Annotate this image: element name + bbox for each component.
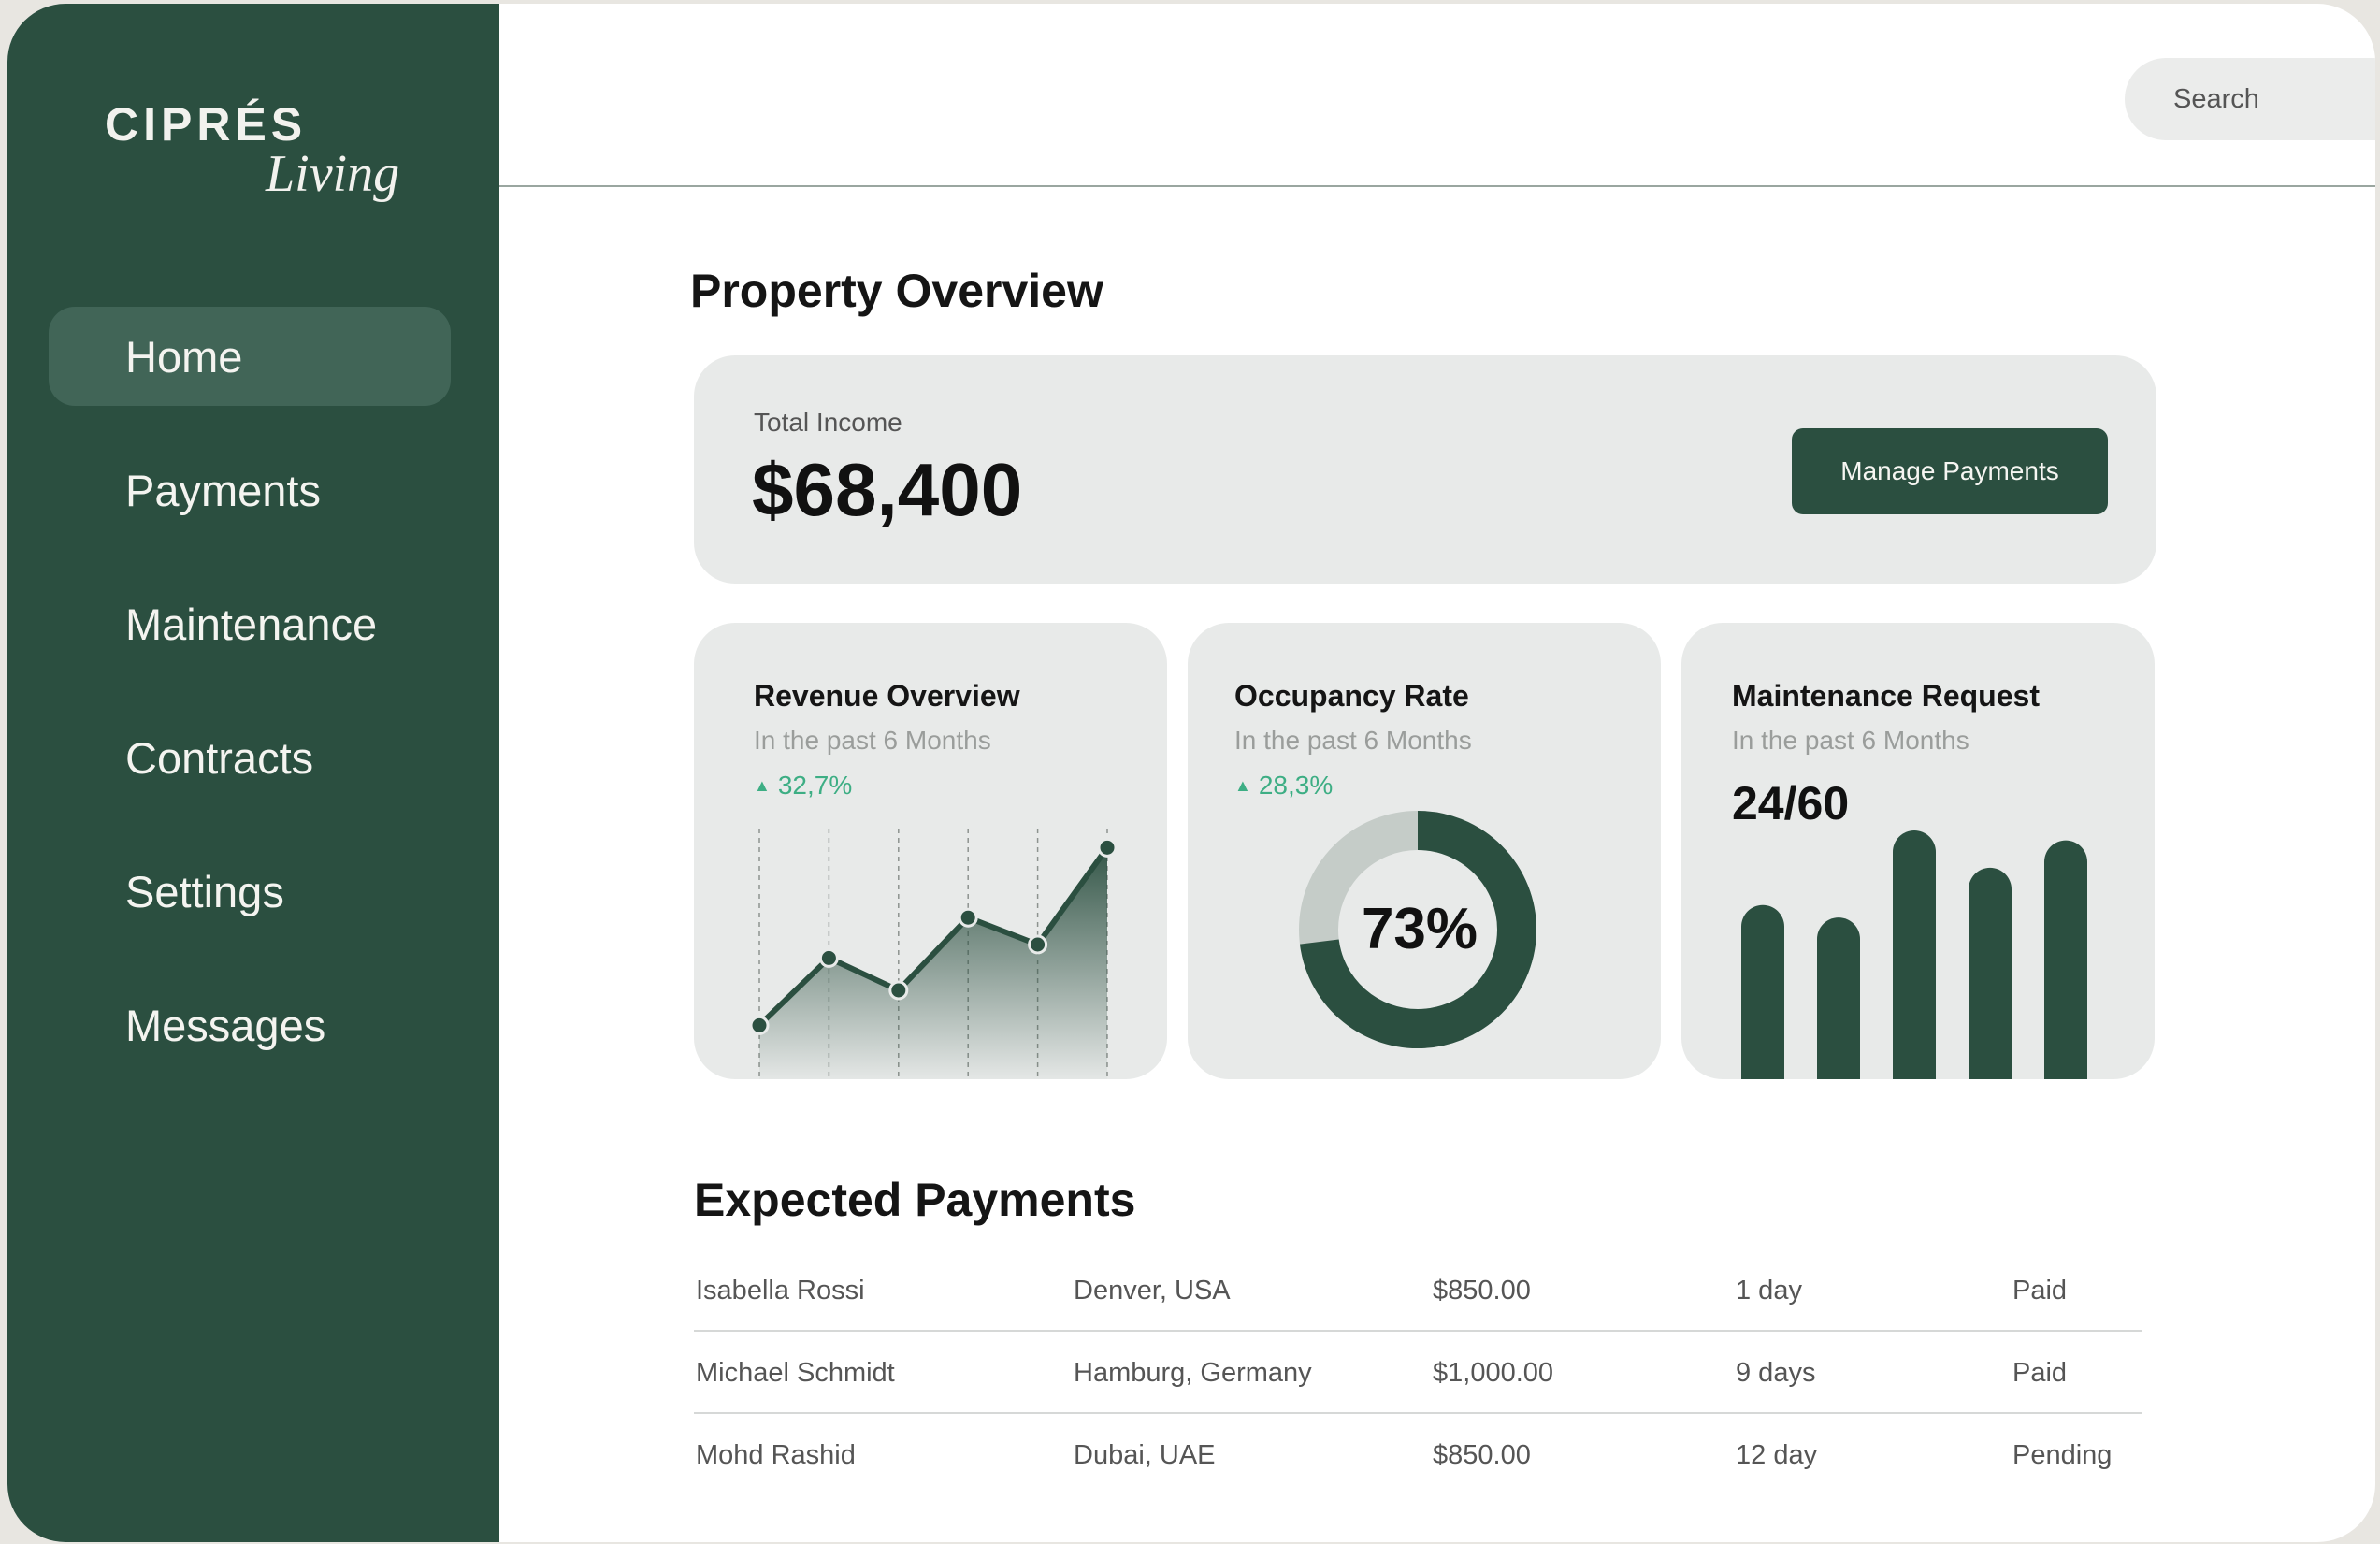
trend-indicator: ▲ 32,7% bbox=[754, 771, 852, 801]
card-title: Revenue Overview bbox=[754, 679, 1020, 713]
payment-status: Paid bbox=[2012, 1276, 2068, 1306]
sidebar-item-maintenance[interactable]: Maintenance bbox=[49, 574, 451, 673]
sidebar-item-label: Messages bbox=[125, 1000, 326, 1050]
top-bar bbox=[499, 4, 2375, 187]
occupancy-value-label: 73% bbox=[1362, 897, 1478, 961]
sidebar-item-home[interactable]: Home bbox=[49, 307, 451, 406]
trend-up-icon: ▲ bbox=[1234, 776, 1251, 795]
page-title: Property Overview bbox=[690, 265, 1103, 317]
payment-status: Paid bbox=[2012, 1358, 2068, 1388]
sidebar-item-payments[interactable]: Payments bbox=[49, 440, 451, 540]
due-in: 12 day bbox=[1736, 1440, 1818, 1470]
sidebar-item-messages[interactable]: Messages bbox=[49, 975, 451, 1075]
card-subtitle: In the past 6 Months bbox=[1234, 726, 1472, 755]
sidebar: CIPRÉS Living Home Payments Maintenance … bbox=[7, 4, 499, 1542]
sidebar-nav: Home Payments Maintenance Contracts Sett… bbox=[49, 307, 451, 1109]
data-point bbox=[749, 1015, 770, 1035]
table-row[interactable]: Isabella Rossi Denver, USA $850.00 1 day… bbox=[694, 1249, 2142, 1332]
maintenance-request-card: Maintenance Request In the past 6 Months… bbox=[1681, 623, 2155, 1079]
tenant-location: Dubai, UAE bbox=[1074, 1440, 1216, 1470]
sidebar-item-settings[interactable]: Settings bbox=[49, 842, 451, 941]
bar bbox=[1893, 830, 1936, 1079]
bar bbox=[1741, 904, 1784, 1079]
tenant-name: Michael Schmidt bbox=[696, 1358, 895, 1388]
due-in: 9 days bbox=[1736, 1358, 1816, 1388]
tenant-name: Isabella Rossi bbox=[696, 1276, 865, 1306]
card-subtitle: In the past 6 Months bbox=[754, 726, 991, 755]
sidebar-item-label: Maintenance bbox=[125, 599, 378, 649]
brand-logo: CIPRÉS Living bbox=[105, 97, 404, 247]
tenant-location: Hamburg, Germany bbox=[1074, 1358, 1312, 1388]
sidebar-item-label: Settings bbox=[125, 866, 284, 916]
data-point bbox=[1028, 934, 1048, 955]
payment-status: Pending bbox=[2012, 1440, 2113, 1470]
sidebar-item-label: Contracts bbox=[125, 732, 314, 783]
app-window: CIPRÉS Living Home Payments Maintenance … bbox=[7, 4, 2375, 1542]
sidebar-item-contracts[interactable]: Contracts bbox=[49, 708, 451, 807]
trend-value: 32,7% bbox=[777, 771, 853, 800]
brand-tagline: Living bbox=[266, 145, 400, 203]
bar bbox=[2044, 840, 2087, 1079]
due-in: 1 day bbox=[1736, 1276, 1802, 1306]
revenue-area bbox=[759, 847, 1107, 1079]
data-point bbox=[818, 947, 839, 968]
data-point bbox=[1097, 837, 1118, 858]
sidebar-item-label: Payments bbox=[125, 465, 321, 515]
tenant-name: Mohd Rashid bbox=[696, 1440, 856, 1470]
payment-amount: $850.00 bbox=[1433, 1276, 1531, 1306]
table-row[interactable]: Mohd Rashid Dubai, UAE $850.00 12 day Pe… bbox=[694, 1414, 2142, 1494]
total-income-card: Total Income $68,400 Manage Payments bbox=[694, 355, 2156, 584]
income-value: $68,400 bbox=[752, 448, 1023, 531]
maintenance-count: 24/60 bbox=[1732, 777, 1850, 830]
income-label: Total Income bbox=[754, 408, 902, 437]
tenant-location: Denver, USA bbox=[1074, 1276, 1231, 1306]
trend-up-icon: ▲ bbox=[754, 776, 771, 795]
trend-value: 28,3% bbox=[1258, 771, 1334, 800]
payment-amount: $1,000.00 bbox=[1433, 1358, 1554, 1388]
payments-table: Isabella Rossi Denver, USA $850.00 1 day… bbox=[694, 1249, 2142, 1494]
bar bbox=[1817, 917, 1860, 1079]
trend-indicator: ▲ 28,3% bbox=[1234, 771, 1333, 801]
card-subtitle: In the past 6 Months bbox=[1732, 726, 1969, 755]
card-title: Maintenance Request bbox=[1732, 679, 2040, 713]
expected-payments-title: Expected Payments bbox=[694, 1174, 1136, 1226]
manage-payments-button[interactable]: Manage Payments bbox=[1792, 428, 2108, 514]
search-input[interactable] bbox=[2125, 58, 2375, 140]
revenue-overview-card: Revenue Overview In the past 6 Months ▲ 3… bbox=[694, 623, 1167, 1079]
card-title: Occupancy Rate bbox=[1234, 679, 1469, 713]
table-row[interactable]: Michael Schmidt Hamburg, Germany $1,000.… bbox=[694, 1332, 2142, 1414]
occupancy-rate-card: 73% Occupancy Rate In the past 6 Months … bbox=[1188, 623, 1661, 1079]
bar bbox=[1969, 867, 2012, 1079]
sidebar-item-label: Home bbox=[125, 331, 243, 382]
data-point bbox=[888, 980, 909, 1001]
payment-amount: $850.00 bbox=[1433, 1440, 1531, 1470]
data-point bbox=[958, 907, 978, 928]
